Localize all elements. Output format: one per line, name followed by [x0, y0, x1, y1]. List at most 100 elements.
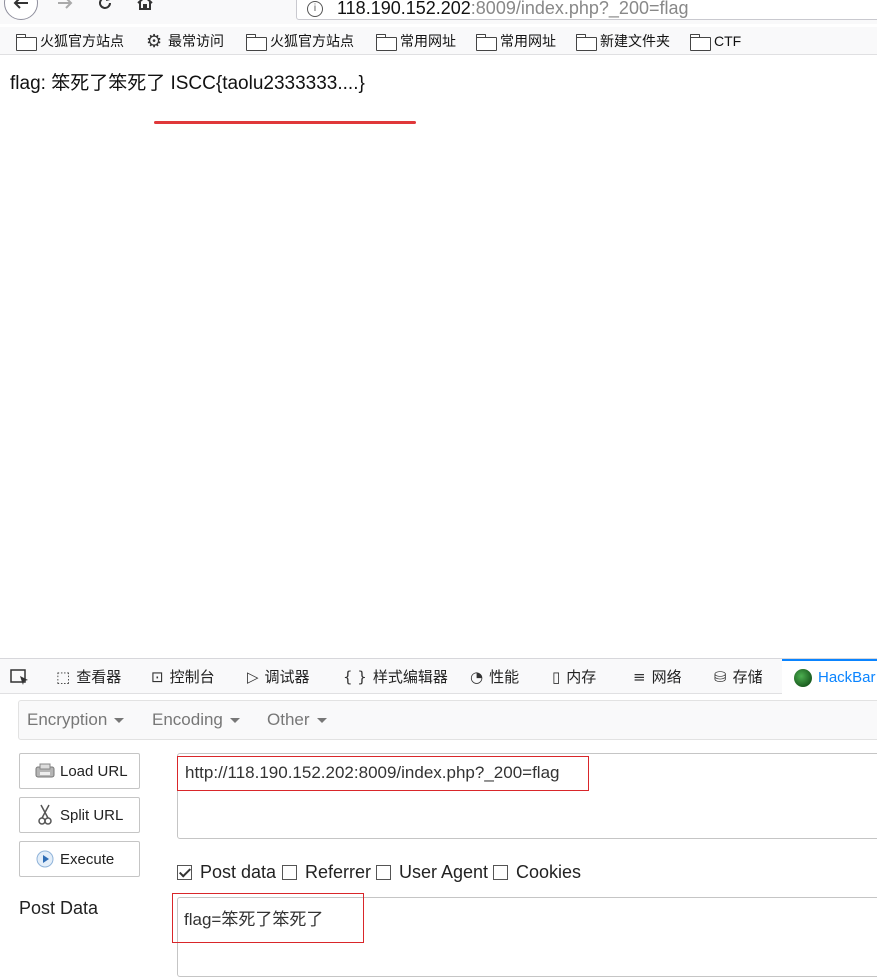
tab-label: 存储 [732, 669, 763, 686]
tab-debugger[interactable]: ▷ 调试器 [247, 659, 310, 694]
devtools-toolbar: ⬚ 查看器 ⊡ 控制台 ▷ 调试器 { } 样式编辑器 ◔ 性能 ▯ 内存 ≡ … [0, 658, 877, 694]
tab-label: 内存 [566, 669, 597, 686]
home-icon [137, 0, 153, 10]
play-icon [34, 849, 56, 869]
caret-down-icon [229, 717, 240, 723]
url-host: 118.190.152.202 [337, 0, 471, 18]
button-label: Split URL [60, 806, 124, 824]
url-path: :8009/index.php?_200=flag [470, 0, 689, 18]
checkbox-post-data[interactable]: Post data [177, 860, 276, 884]
home-button[interactable] [128, 0, 162, 20]
folder-icon [690, 33, 711, 51]
checkbox-label: User Agent [399, 861, 489, 882]
post-highlight-box [172, 893, 364, 943]
info-icon[interactable]: i [307, 1, 323, 17]
bookmark-item[interactable]: 常用网址 [476, 31, 556, 51]
tab-label: 查看器 [76, 669, 122, 686]
hackbar-icon [794, 668, 812, 687]
style-editor-icon: { } [343, 667, 367, 686]
checkbox-label: Post data [200, 861, 277, 882]
tab-label: 调试器 [264, 669, 310, 686]
checkbox-cookies[interactable]: Cookies [493, 860, 581, 884]
bookmark-label: 常用网址 [500, 33, 556, 49]
console-icon: ⊡ [151, 667, 164, 686]
tab-label: 控制台 [169, 669, 215, 686]
bookmarks-toolbar: 火狐官方站点 ⚙ 最常访问 火狐官方站点 常用网址 常用网址 新建文件夹 CTF [0, 27, 877, 55]
caret-down-icon [316, 717, 327, 723]
back-arrow-icon [13, 0, 28, 9]
navigation-toolbar: i 118.190.152.202:8009/index.php?_200=fl… [0, 0, 877, 24]
bookmark-item[interactable]: CTF [690, 31, 741, 51]
bookmark-item[interactable]: 火狐官方站点 [246, 31, 354, 51]
url-bar[interactable]: i 118.190.152.202:8009/index.php?_200=fl… [296, 0, 877, 20]
inspector-icon: ⬚ [56, 667, 71, 686]
folder-icon [16, 33, 37, 51]
menu-label: Other [267, 710, 310, 729]
url-highlight-box [177, 756, 589, 791]
button-label: Execute [60, 850, 115, 868]
tab-console[interactable]: ⊡ 控制台 [151, 659, 215, 694]
annotation-underline [154, 121, 416, 124]
tab-memory[interactable]: ▯ 内存 [552, 659, 596, 694]
load-url-icon [34, 761, 56, 781]
memory-icon: ▯ [552, 667, 561, 686]
tab-label: 网络 [651, 669, 682, 686]
caret-down-icon [114, 717, 125, 723]
split-url-button[interactable]: Split URL [19, 797, 140, 833]
bookmark-item[interactable]: ⚙ 最常访问 [146, 31, 224, 51]
network-icon: ≡ [633, 667, 646, 686]
bookmark-label: CTF [714, 33, 742, 49]
post-data-label: Post Data [19, 898, 99, 918]
hackbar-menu: Encryption Encoding Other [18, 700, 877, 740]
bookmark-item[interactable]: 常用网址 [376, 31, 456, 51]
storage-icon: ⛁ [714, 667, 727, 686]
reload-button[interactable] [88, 0, 122, 20]
tab-style-editor[interactable]: { } 样式编辑器 [343, 659, 448, 694]
url-text: 118.190.152.202:8009/index.php?_200=flag [337, 0, 689, 19]
folder-icon [576, 33, 597, 51]
performance-icon: ◔ [470, 667, 484, 686]
bookmark-label: 常用网址 [400, 33, 456, 49]
menu-label: Encryption [27, 710, 108, 729]
tab-hackbar[interactable]: HackBar [782, 659, 877, 694]
forward-arrow-icon [58, 0, 73, 9]
menu-other[interactable]: Other [267, 701, 327, 739]
checkbox-label: Referrer [305, 861, 372, 882]
tab-performance[interactable]: ◔ 性能 [470, 659, 519, 694]
bookmark-label: 最常访问 [168, 33, 224, 49]
menu-label: Encoding [152, 710, 223, 729]
execute-button[interactable]: Execute [19, 841, 140, 877]
reload-icon [99, 0, 111, 9]
element-picker-button[interactable] [10, 659, 30, 694]
page-flag-text: flag: 笨死了笨死了 ISCC{taolu2333333....} [10, 73, 365, 94]
checkbox-checked-icon [177, 864, 192, 880]
load-url-button[interactable]: Load URL [19, 753, 140, 789]
folder-icon [476, 33, 497, 51]
bookmark-label: 新建文件夹 [600, 33, 670, 49]
folder-icon [246, 33, 267, 51]
button-label: Load URL [60, 762, 128, 780]
bookmark-label: 火狐官方站点 [270, 33, 354, 49]
menu-encryption[interactable]: Encryption [27, 701, 125, 739]
tab-label: 性能 [489, 669, 520, 686]
bookmark-item[interactable]: 火狐官方站点 [16, 31, 124, 51]
tab-network[interactable]: ≡ 网络 [633, 659, 682, 694]
checkbox-icon [493, 864, 508, 880]
tab-inspector[interactable]: ⬚ 查看器 [56, 659, 121, 694]
forward-button[interactable] [48, 0, 82, 20]
folder-icon [376, 33, 397, 51]
picker-icon [10, 668, 28, 685]
tab-label: 样式编辑器 [372, 669, 448, 686]
checkbox-icon [282, 864, 297, 880]
gear-icon: ⚙ [146, 31, 163, 51]
scissors-icon [34, 804, 56, 825]
debugger-icon: ▷ [247, 667, 259, 686]
bookmark-item[interactable]: 新建文件夹 [576, 31, 670, 51]
tab-label: HackBar [818, 669, 876, 686]
menu-encoding[interactable]: Encoding [152, 701, 240, 739]
checkbox-label: Cookies [516, 861, 582, 882]
checkbox-user-agent[interactable]: User Agent [376, 860, 488, 884]
tab-storage[interactable]: ⛁ 存储 [714, 659, 763, 694]
checkbox-referrer[interactable]: Referrer [282, 860, 371, 884]
back-button[interactable] [4, 0, 38, 20]
